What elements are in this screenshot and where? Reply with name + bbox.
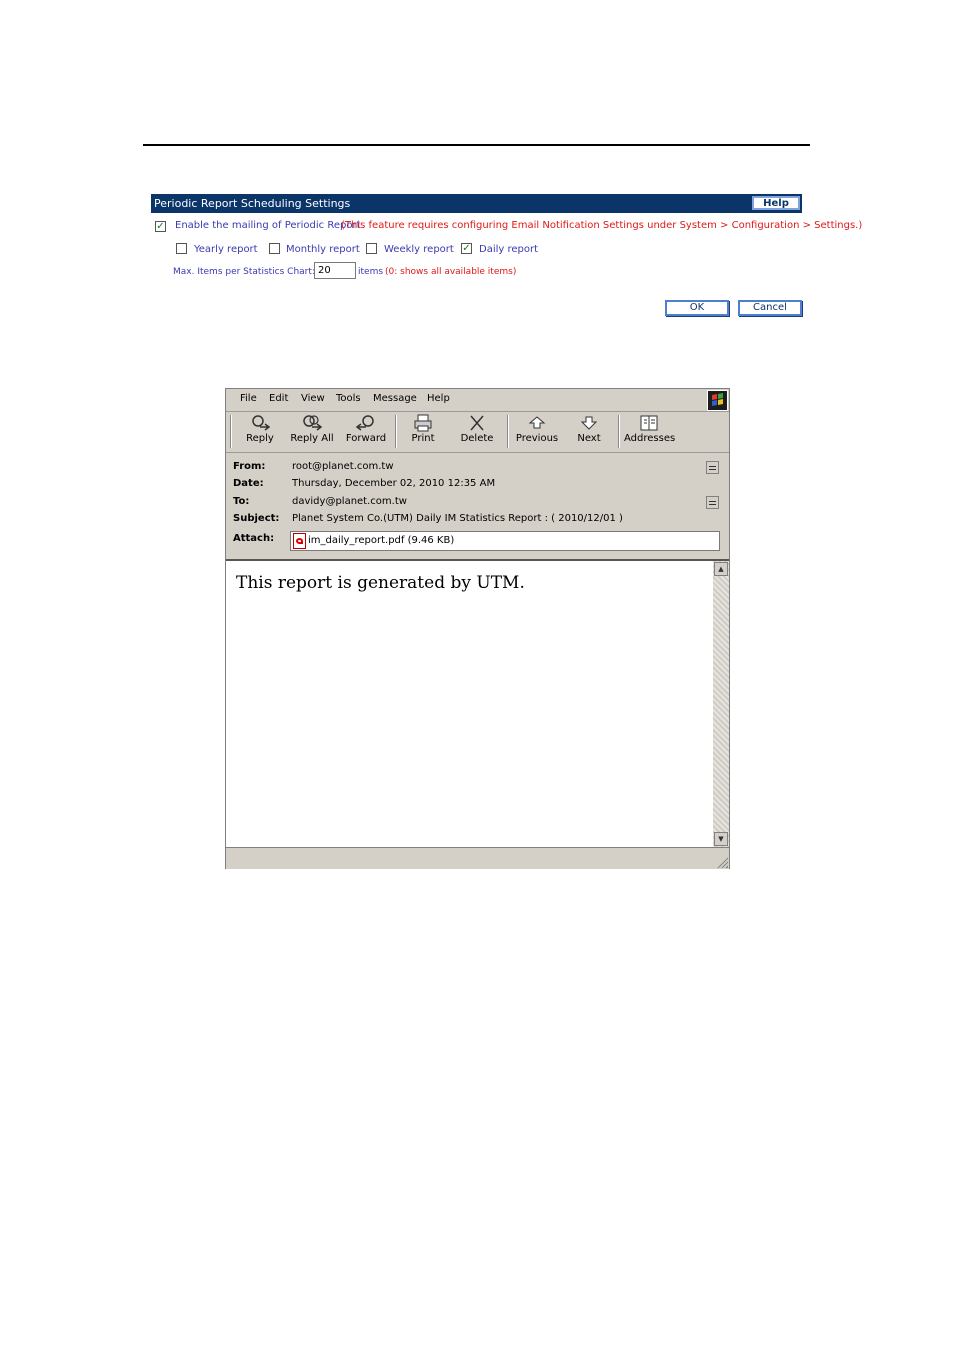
from-value: root@planet.com.tw [292,461,394,472]
addresses-button[interactable]: Addresses [624,414,676,450]
previous-label: Previous [515,433,559,444]
attachment-link[interactable]: im_daily_report.pdf (9.46 KB) [308,532,454,550]
toolbar-separator [618,415,620,448]
menu-edit[interactable]: Edit [269,393,288,404]
delete-button[interactable]: Delete [456,414,498,450]
panel-header: Periodic Report Scheduling Settings Help [151,194,802,213]
reply-label: Reply [246,433,274,444]
menu-help[interactable]: Help [427,393,450,404]
enable-mailing-note: (This feature requires configuring Email… [341,220,863,231]
menu-message[interactable]: Message [373,393,417,404]
next-label: Next [577,433,601,444]
panel-title: Periodic Report Scheduling Settings [154,197,351,210]
reply-icon [252,415,271,431]
addresses-label: Addresses [624,433,676,444]
windows-logo-icon [707,390,728,411]
message-body: This report is generated by UTM. ▲ ▼ [226,559,729,847]
print-icon [414,414,432,432]
subject-label: Subject: [233,513,280,524]
subject-value: Planet System Co.(UTM) Daily IM Statisti… [292,513,623,524]
items-unit-label: items [358,267,384,277]
menu-bar: File Edit View Tools Message Help [226,389,729,412]
to-label: To: [233,496,250,507]
ok-button[interactable]: OK [665,300,729,316]
monthly-report-label: Monthly report [286,244,360,255]
addresses-icon [640,415,658,431]
reply-all-button[interactable]: Reply All [289,414,335,450]
daily-report-label: Daily report [479,244,539,255]
forward-label: Forward [345,433,387,444]
vertical-scrollbar[interactable]: ▲ ▼ [713,561,729,847]
scroll-up-arrow-icon[interactable]: ▲ [714,562,728,576]
daily-report-checkbox[interactable]: ✓ [461,243,472,254]
message-body-text: This report is generated by UTM. [236,573,525,593]
max-items-note: (0: shows all available items) [385,267,517,277]
next-icon [580,416,598,430]
reply-all-label: Reply All [290,433,334,444]
message-toolbar: Reply Reply All Forward Print Delete Pre… [226,412,729,453]
email-message-window: File Edit View Tools Message Help Reply [225,388,730,869]
monthly-report-checkbox[interactable] [269,243,280,254]
reply-all-icon [303,415,323,431]
print-label: Print [411,433,435,444]
toolbar-separator [230,415,232,448]
print-button[interactable]: Print [403,414,443,450]
help-button[interactable]: Help [752,196,800,210]
forward-button[interactable]: Forward [342,414,390,450]
status-bar [226,847,729,869]
cancel-button[interactable]: Cancel [738,300,802,316]
page-divider [143,144,810,146]
attach-label: Attach: [233,533,275,544]
pdf-file-icon [293,533,306,549]
next-button[interactable]: Next [572,414,606,450]
max-items-label: Max. Items per Statistics Chart: [173,267,315,277]
weekly-report-label: Weekly report [384,244,454,255]
forward-icon [355,415,374,431]
menu-view[interactable]: View [301,393,325,404]
delete-label: Delete [460,433,494,444]
toolbar-separator [507,415,509,448]
previous-icon [528,416,546,429]
yearly-report-checkbox[interactable] [176,243,187,254]
attachment-field: im_daily_report.pdf (9.46 KB) [290,531,720,551]
reply-button[interactable]: Reply [240,414,280,450]
menu-tools[interactable]: Tools [336,393,361,404]
to-value: davidy@planet.com.tw [292,496,407,507]
periodic-report-panel: Periodic Report Scheduling Settings Help… [151,194,862,319]
max-items-input[interactable] [314,262,356,279]
enable-mailing-label: Enable the mailing of Periodic Report [175,220,361,231]
from-label: From: [233,461,266,472]
date-value: Thursday, December 02, 2010 12:35 AM [292,478,496,489]
weekly-report-checkbox[interactable] [366,243,377,254]
scroll-down-arrow-icon[interactable]: ▼ [714,832,728,846]
previous-button[interactable]: Previous [515,414,559,450]
toolbar-separator [395,415,397,448]
enable-mailing-checkbox[interactable]: ✓ [155,221,166,232]
expand-from-button[interactable] [706,461,719,474]
menu-file[interactable]: File [240,393,257,404]
expand-to-button[interactable] [706,496,719,509]
date-label: Date: [233,478,264,489]
delete-icon [470,415,484,431]
resize-grip-icon[interactable] [716,856,728,868]
yearly-report-label: Yearly report [194,244,258,255]
